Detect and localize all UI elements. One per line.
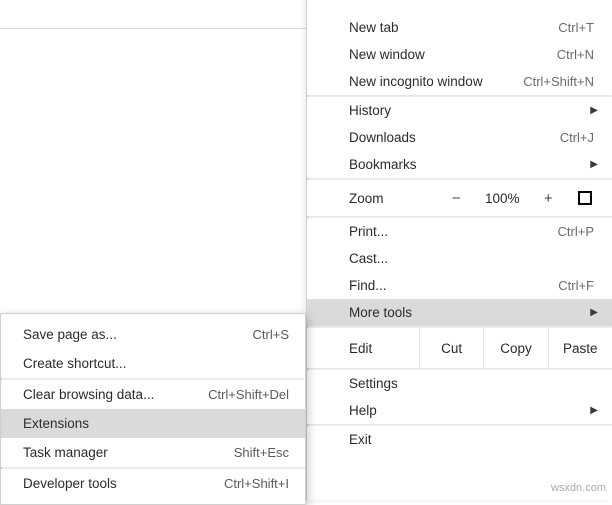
menu-label: Help: [349, 403, 594, 418]
zoom-in-button[interactable]: +: [529, 184, 567, 212]
fullscreen-icon: [578, 191, 592, 205]
menu-shortcut: Ctrl+J: [560, 130, 594, 145]
menu-shortcut: Ctrl+N: [557, 47, 594, 62]
menu-item-print[interactable]: Print... Ctrl+P: [307, 218, 612, 245]
menu-shortcut: Ctrl+Shift+N: [523, 74, 594, 89]
submenu-item-clear-data[interactable]: Clear browsing data... Ctrl+Shift+Del: [1, 380, 305, 409]
menu-item-more-tools[interactable]: More tools ▶: [307, 299, 612, 326]
submenu-shortcut: Ctrl+Shift+I: [224, 476, 289, 491]
chevron-right-icon: ▶: [590, 307, 598, 318]
menu-label: Downloads: [349, 130, 560, 145]
menu-edit-row: Edit Cut Copy Paste: [307, 328, 612, 368]
submenu-item-task-manager[interactable]: Task manager Shift+Esc: [1, 438, 305, 467]
zoom-out-button[interactable]: −: [437, 184, 475, 212]
submenu-item-extensions[interactable]: Extensions: [1, 409, 305, 438]
menu-label: Exit: [349, 432, 594, 447]
menu-item-bookmarks[interactable]: Bookmarks ▶: [307, 151, 612, 178]
submenu-item-create-shortcut[interactable]: Create shortcut...: [1, 349, 305, 378]
menu-item-cast[interactable]: Cast...: [307, 245, 612, 272]
menu-shortcut: Ctrl+P: [558, 224, 594, 239]
submenu-label: Create shortcut...: [23, 356, 289, 371]
more-tools-submenu: Save page as... Ctrl+S Create shortcut..…: [0, 313, 306, 505]
chevron-right-icon: ▶: [590, 405, 598, 416]
submenu-label: Extensions: [23, 416, 289, 431]
main-menu: New tab Ctrl+T New window Ctrl+N New inc…: [306, 0, 612, 500]
menu-label: Bookmarks: [349, 157, 594, 172]
menu-item-settings[interactable]: Settings: [307, 370, 612, 397]
menu-shortcut: Ctrl+T: [558, 20, 594, 35]
paste-button[interactable]: Paste: [548, 328, 612, 368]
menu-label: Settings: [349, 376, 594, 391]
submenu-label: Task manager: [23, 445, 234, 460]
submenu-shortcut: Ctrl+Shift+Del: [208, 387, 289, 402]
chevron-right-icon: ▶: [590, 159, 598, 170]
menu-item-help[interactable]: Help ▶: [307, 397, 612, 424]
submenu-label: Clear browsing data...: [23, 387, 208, 402]
fullscreen-button[interactable]: [567, 184, 602, 212]
menu-item-new-tab[interactable]: New tab Ctrl+T: [307, 14, 612, 41]
menu-label: Print...: [349, 224, 558, 239]
menu-label: History: [349, 103, 594, 118]
menu-item-downloads[interactable]: Downloads Ctrl+J: [307, 124, 612, 151]
menu-item-new-incognito[interactable]: New incognito window Ctrl+Shift+N: [307, 68, 612, 95]
copy-button[interactable]: Copy: [483, 328, 547, 368]
cut-button[interactable]: Cut: [419, 328, 483, 368]
menu-shortcut: Ctrl+F: [558, 278, 594, 293]
submenu-shortcut: Ctrl+S: [253, 327, 289, 342]
chevron-right-icon: ▶: [590, 105, 598, 116]
submenu-label: Developer tools: [23, 476, 224, 491]
menu-item-exit[interactable]: Exit: [307, 426, 612, 453]
zoom-label: Zoom: [349, 191, 437, 206]
menu-label: Find...: [349, 278, 558, 293]
menu-item-history[interactable]: History ▶: [307, 97, 612, 124]
submenu-item-save-page[interactable]: Save page as... Ctrl+S: [1, 320, 305, 349]
menu-label: More tools: [349, 305, 594, 320]
menu-item-find[interactable]: Find... Ctrl+F: [307, 272, 612, 299]
submenu-label: Save page as...: [23, 327, 253, 342]
menu-label: New incognito window: [349, 74, 523, 89]
menu-label: Cast...: [349, 251, 594, 266]
page-divider: [0, 28, 306, 29]
submenu-item-developer-tools[interactable]: Developer tools Ctrl+Shift+I: [1, 469, 305, 498]
menu-zoom-row: Zoom − 100% +: [307, 180, 612, 216]
menu-item-new-window[interactable]: New window Ctrl+N: [307, 41, 612, 68]
menu-label: New window: [349, 47, 557, 62]
menu-label: New tab: [349, 20, 558, 35]
submenu-shortcut: Shift+Esc: [234, 445, 289, 460]
watermark: wsxdn.com: [551, 482, 606, 494]
edit-label: Edit: [349, 328, 419, 368]
zoom-value: 100%: [475, 191, 529, 206]
